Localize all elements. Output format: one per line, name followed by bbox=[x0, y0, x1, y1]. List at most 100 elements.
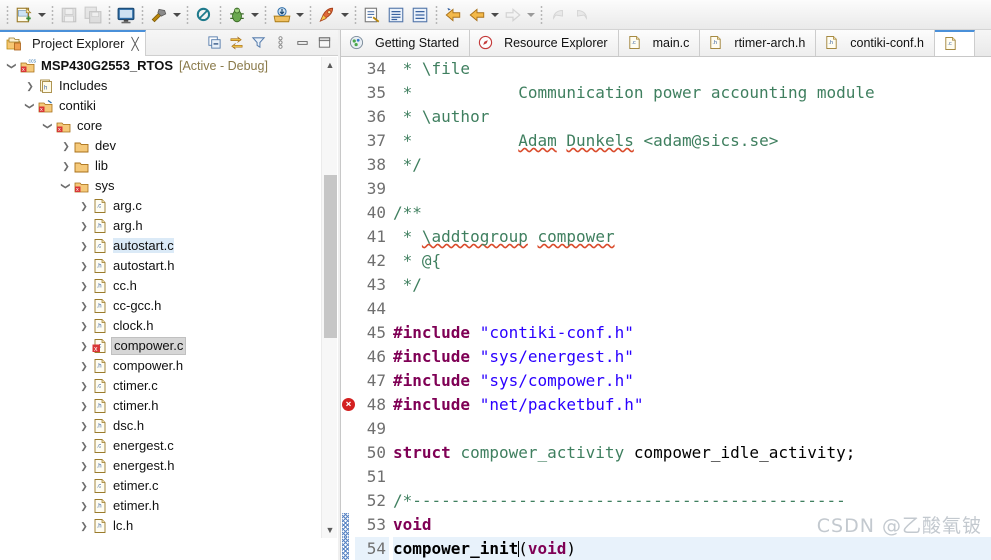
tree-item-compower-h[interactable]: ❯ .h compower.h bbox=[0, 356, 320, 376]
code-line[interactable]: * \file bbox=[393, 57, 991, 81]
code-line[interactable] bbox=[393, 297, 991, 321]
editor-code-lines[interactable]: * \file * Communication power accounting… bbox=[393, 57, 991, 560]
chevron-right-icon[interactable]: ❯ bbox=[76, 258, 92, 274]
tree-item-msp430g2553-rtos[interactable]: ❯ ccs x MSP430G2553_RTOS [Active - Debug] bbox=[0, 56, 320, 76]
chevron-right-icon[interactable]: ❯ bbox=[76, 378, 92, 394]
code-line[interactable]: * \author bbox=[393, 105, 991, 129]
tree-item-ctimer-c[interactable]: ❯ .c ctimer.c bbox=[0, 376, 320, 396]
code-line[interactable]: * \addtogroup compower bbox=[393, 225, 991, 249]
tab-project-explorer[interactable]: Project Explorer ╳ bbox=[0, 29, 146, 56]
scroll-up-icon[interactable]: ▲ bbox=[322, 57, 338, 73]
editor-tab-resource-explorer[interactable]: Resource Explorer bbox=[470, 30, 619, 56]
chevron-down-icon[interactable]: ❯ bbox=[22, 98, 38, 114]
debug-dropdown-arrow-icon[interactable] bbox=[249, 3, 261, 27]
code-line[interactable]: */ bbox=[393, 153, 991, 177]
code-line[interactable]: * Communication power accounting module bbox=[393, 81, 991, 105]
new-file-button[interactable] bbox=[12, 3, 36, 27]
chevron-right-icon[interactable]: ❯ bbox=[76, 518, 92, 534]
link-with-editor-button[interactable] bbox=[226, 33, 246, 53]
debug-button[interactable] bbox=[225, 3, 249, 27]
close-icon[interactable]: ╳ bbox=[131, 38, 138, 50]
editor-tab-contiki-conf-h[interactable]: .h contiki-conf.h bbox=[816, 30, 935, 56]
editor-tab-getting-started[interactable]: Getting Started bbox=[341, 30, 471, 56]
editor-tab-partial[interactable]: .c bbox=[934, 30, 975, 56]
chevron-right-icon[interactable]: ❯ bbox=[76, 238, 92, 254]
run-button[interactable] bbox=[315, 3, 339, 27]
tree-item-dev[interactable]: ❯ dev bbox=[0, 136, 320, 156]
code-line[interactable]: #include "net/packetbuf.h" bbox=[393, 393, 991, 417]
editor-tab-rtimer-arch-h[interactable]: .h rtimer-arch.h bbox=[700, 30, 817, 56]
chevron-right-icon[interactable]: ❯ bbox=[76, 398, 92, 414]
tree-item-compower-c[interactable]: ❯cx compower.c bbox=[0, 336, 320, 356]
tree-item-dsc-h[interactable]: ❯ .h dsc.h bbox=[0, 416, 320, 436]
chevron-right-icon[interactable]: ❯ bbox=[76, 218, 92, 234]
back-history-dropdown-arrow-icon[interactable] bbox=[489, 3, 501, 27]
load-program-dropdown-arrow-icon[interactable] bbox=[294, 3, 306, 27]
chevron-right-icon[interactable]: ❯ bbox=[76, 278, 92, 294]
back-button[interactable] bbox=[441, 3, 465, 27]
tree-item-arg-h[interactable]: ❯ .h arg.h bbox=[0, 216, 320, 236]
tree-vertical-scrollbar[interactable]: ▲ ▼ bbox=[321, 57, 337, 538]
forward-dropdown-arrow-icon[interactable] bbox=[525, 3, 537, 27]
collapse-all-button[interactable] bbox=[204, 33, 224, 53]
chevron-right-icon[interactable]: ❯ bbox=[58, 138, 74, 154]
run-dropdown-arrow-icon[interactable] bbox=[339, 3, 351, 27]
code-line[interactable]: void bbox=[393, 513, 991, 537]
chevron-right-icon[interactable]: ❯ bbox=[76, 478, 92, 494]
tree-item-etimer-h[interactable]: ❯ .h etimer.h bbox=[0, 496, 320, 516]
tree-item-autostart-h[interactable]: ❯ .h autostart.h bbox=[0, 256, 320, 276]
chevron-right-icon[interactable]: ❯ bbox=[76, 438, 92, 454]
tree-vscroll-thumb[interactable] bbox=[324, 175, 337, 338]
build-button[interactable] bbox=[147, 3, 171, 27]
tree-item-energest-c[interactable]: ❯ .c energest.c bbox=[0, 436, 320, 456]
chevron-down-icon[interactable]: ❯ bbox=[40, 118, 56, 134]
code-line[interactable] bbox=[393, 177, 991, 201]
tree-item-lc-h[interactable]: ❯ .h lc.h bbox=[0, 516, 320, 536]
tree-item-etimer-c[interactable]: ❯ .c etimer.c bbox=[0, 476, 320, 496]
maximize-panel-button[interactable] bbox=[314, 33, 334, 53]
code-line[interactable]: #include "sys/compower.h" bbox=[393, 369, 991, 393]
tree-item-core[interactable]: ❯ x core bbox=[0, 116, 320, 136]
chevron-right-icon[interactable]: ❯ bbox=[76, 298, 92, 314]
code-line[interactable]: /*--------------------------------------… bbox=[393, 489, 991, 513]
code-line[interactable]: /** bbox=[393, 201, 991, 225]
chevron-right-icon[interactable]: ❯ bbox=[76, 198, 92, 214]
view-filter-button[interactable] bbox=[248, 33, 268, 53]
tree-item-energest-h[interactable]: ❯ .h energest.h bbox=[0, 456, 320, 476]
editor-tab-main-c[interactable]: .c main.c bbox=[618, 30, 701, 56]
tree-item-cc-gcc-h[interactable]: ❯ .h cc-gcc.h bbox=[0, 296, 320, 316]
chevron-right-icon[interactable]: ❯ bbox=[22, 78, 38, 94]
back-history-button[interactable] bbox=[465, 3, 489, 27]
chevron-right-icon[interactable]: ❯ bbox=[76, 458, 92, 474]
view-menu-button[interactable] bbox=[270, 33, 290, 53]
load-program-button[interactable] bbox=[270, 3, 294, 27]
tree-item-contiki[interactable]: ❯ x contiki bbox=[0, 96, 320, 116]
tree-item-sys[interactable]: ❯ x sys bbox=[0, 176, 320, 196]
console-button[interactable] bbox=[114, 3, 138, 27]
chevron-right-icon[interactable]: ❯ bbox=[76, 498, 92, 514]
code-line[interactable]: #include "contiki-conf.h" bbox=[393, 321, 991, 345]
chevron-right-icon[interactable]: ❯ bbox=[58, 158, 74, 174]
chevron-down-icon[interactable]: ❯ bbox=[4, 58, 20, 74]
tree-item-autostart-c[interactable]: ❯ .c autostart.c bbox=[0, 236, 320, 256]
new-target-config-button[interactable] bbox=[360, 3, 384, 27]
new-file-dropdown-arrow-icon[interactable] bbox=[36, 3, 48, 27]
code-line[interactable]: #include "sys/energest.h" bbox=[393, 345, 991, 369]
code-line[interactable]: */ bbox=[393, 273, 991, 297]
tree-item-ctimer-h[interactable]: ❯ .h ctimer.h bbox=[0, 396, 320, 416]
open-resource-button[interactable] bbox=[384, 3, 408, 27]
properties-button[interactable] bbox=[408, 3, 432, 27]
project-tree[interactable]: ❯ ccs x MSP430G2553_RTOS [Active - Debug] ❯ h I… bbox=[0, 56, 320, 538]
tree-item-arg-c[interactable]: ❯ .c arg.c bbox=[0, 196, 320, 216]
tree-item-cc-h[interactable]: ❯ .h cc.h bbox=[0, 276, 320, 296]
code-line[interactable]: struct compower_activity compower_idle_a… bbox=[393, 441, 991, 465]
code-line[interactable]: * Adam Dunkels <adam@sics.se> bbox=[393, 129, 991, 153]
code-line[interactable]: * @{ bbox=[393, 249, 991, 273]
chevron-down-icon[interactable]: ❯ bbox=[58, 178, 74, 194]
tree-item-lib[interactable]: ❯ lib bbox=[0, 156, 320, 176]
search-button[interactable] bbox=[192, 3, 216, 27]
scroll-down-icon[interactable]: ▼ bbox=[322, 522, 338, 538]
tree-item-clock-h[interactable]: ❯ .h clock.h bbox=[0, 316, 320, 336]
code-line[interactable] bbox=[393, 417, 991, 441]
chevron-right-icon[interactable]: ❯ bbox=[76, 418, 92, 434]
